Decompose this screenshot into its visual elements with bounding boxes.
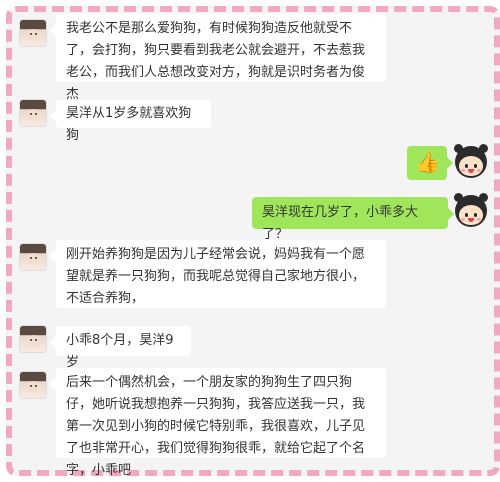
own-avatar[interactable] xyxy=(454,193,488,227)
message-bubble: 后来一个偶然机会，一个朋友家的狗狗生了四只狗仔，她听说我想抱养一只狗狗，我答应送… xyxy=(50,368,386,478)
message-bubble: 昊洋从1岁多就喜欢狗狗 xyxy=(50,100,211,143)
message-bubble: 刚开始养狗狗是因为儿子经常会说，妈妈我有一个愿望就是养一只狗狗，而我呢总觉得自己… xyxy=(50,240,386,308)
thumbs-up-icon: 👍 xyxy=(415,150,440,174)
own-message-bubble: 昊洋现在几岁了，小乖多大了？ xyxy=(252,197,454,242)
contact-avatar[interactable] xyxy=(20,100,46,126)
message-text: 刚开始养狗狗是因为儿子经常会说，妈妈我有一个愿望就是养一只狗狗，而我呢总觉得自己… xyxy=(66,247,366,306)
own-avatar[interactable] xyxy=(454,144,488,178)
contact-avatar[interactable] xyxy=(20,244,46,270)
contact-avatar[interactable] xyxy=(20,326,46,352)
message-text: 昊洋现在几岁了，小乖多大了？ xyxy=(262,205,419,242)
message-bubble: 我老公不是那么爱狗狗，有时候狗狗造反他就受不了，会打狗，狗只要看到我老公就会避开… xyxy=(50,14,386,102)
chat-transcript: 我老公不是那么爱狗狗，有时候狗狗造反他就受不了，会打狗，狗只要看到我老公就会避开… xyxy=(0,0,500,478)
message-text: 小乖8个月，昊洋9岁 xyxy=(66,333,174,370)
own-message-bubble: 👍 xyxy=(407,146,453,180)
message-text: 后来一个偶然机会，一个朋友家的狗狗生了四只狗仔，她听说我想抱养一只狗狗，我答应送… xyxy=(66,375,366,478)
contact-avatar[interactable] xyxy=(20,20,46,46)
message-text: 我老公不是那么爱狗狗，有时候狗狗造反他就受不了，会打狗，狗只要看到我老公就会避开… xyxy=(66,21,366,102)
contact-avatar[interactable] xyxy=(20,372,46,398)
message-text: 昊洋从1岁多就喜欢狗狗 xyxy=(66,106,192,143)
message-bubble: 小乖8个月，昊洋9岁 xyxy=(50,326,191,370)
